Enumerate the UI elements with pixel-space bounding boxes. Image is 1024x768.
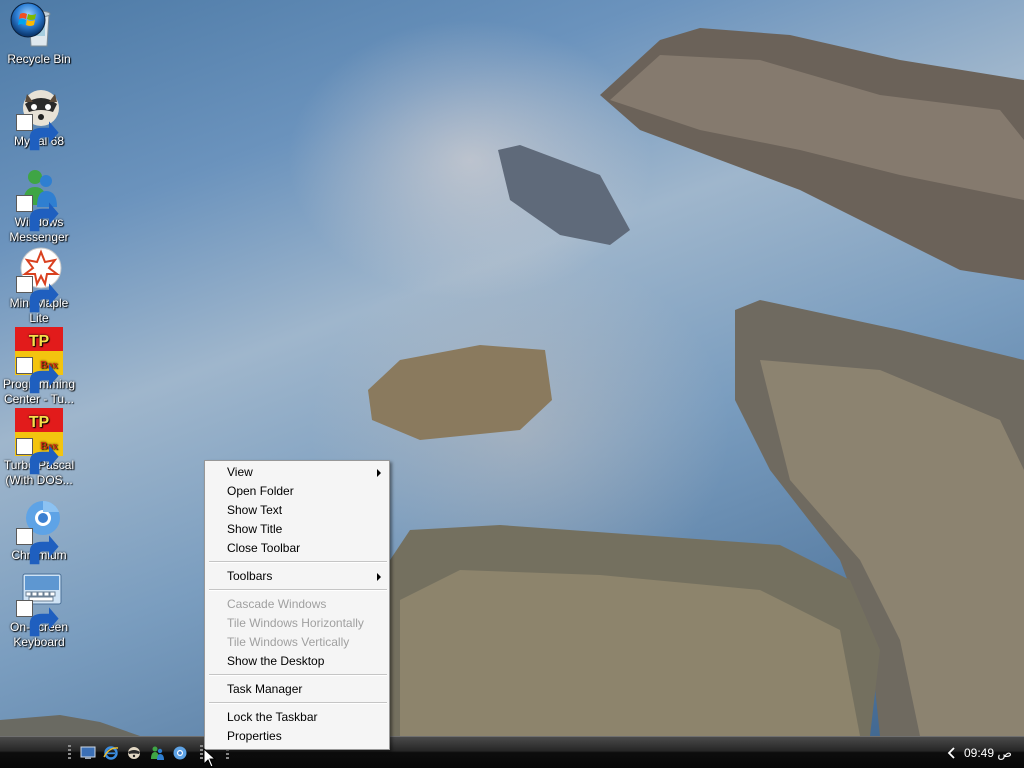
menu-separator xyxy=(209,589,387,591)
show-hidden-icons-chevron-icon[interactable] xyxy=(946,746,958,760)
chromium-icon xyxy=(173,746,187,760)
desktop-icon-windows-messenger[interactable]: Windows Messenger xyxy=(0,165,78,245)
messenger-icon xyxy=(151,746,164,760)
taskbar-clock[interactable]: 09:49 ص xyxy=(964,746,1012,760)
mindmaple-icon xyxy=(15,246,63,313)
menu-item-cascade-windows[interactable]: Cascade Windows xyxy=(207,595,387,614)
menu-item-label: Tile Windows Horizontally xyxy=(227,616,364,630)
turbo-pascal-icon: TPBax xyxy=(15,327,63,394)
tp-icon-text-top: TP xyxy=(29,333,50,350)
chromium-icon xyxy=(15,498,63,565)
menu-item-task-manager[interactable]: Task Manager xyxy=(207,680,387,699)
turbo-pascal-icon: TPBax xyxy=(15,408,63,475)
desktop-icon-label: Recycle Bin xyxy=(7,52,71,66)
desktop-icon-mypal[interactable]: MyPal 68 xyxy=(0,84,78,151)
menu-item-label: Properties xyxy=(227,729,282,743)
menu-item-label: Show Title xyxy=(227,522,283,536)
messenger-icon xyxy=(15,165,63,232)
submenu-arrow-icon xyxy=(377,469,381,477)
menu-item-label: Cascade Windows xyxy=(227,597,327,611)
menu-item-view[interactable]: View xyxy=(207,463,387,482)
mouse-cursor-icon xyxy=(203,748,217,768)
menu-item-label: Tile Windows Vertically xyxy=(227,635,350,649)
raccoon-icon xyxy=(128,747,140,759)
quick-launch-messenger[interactable] xyxy=(149,745,165,761)
internet-explorer-icon xyxy=(103,746,119,760)
desktop-icon-on-screen-keyboard[interactable]: On-Screen Keyboard xyxy=(0,570,78,650)
menu-separator xyxy=(209,702,387,704)
keyboard-icon xyxy=(15,570,63,637)
menu-item-label: Open Folder xyxy=(227,484,294,498)
submenu-arrow-icon xyxy=(377,573,381,581)
raccoon-icon xyxy=(15,84,63,151)
desktop-icon-turbo-pascal[interactable]: TPBax Turbo Pascal (With DOS... xyxy=(0,408,78,488)
menu-item-close-toolbar[interactable]: Close Toolbar xyxy=(207,539,387,558)
menu-item-toolbars[interactable]: Toolbars xyxy=(207,567,387,586)
menu-item-label: Toolbars xyxy=(227,569,273,583)
menu-item-open-folder[interactable]: Open Folder xyxy=(207,482,387,501)
shortcut-arrow-icon xyxy=(16,600,59,637)
shortcut-arrow-icon xyxy=(16,357,59,394)
menu-item-label: Close Toolbar xyxy=(227,541,301,555)
menu-item-show-title[interactable]: Show Title xyxy=(207,520,387,539)
menu-item-tile-vertically[interactable]: Tile Windows Vertically xyxy=(207,633,387,652)
shortcut-arrow-icon xyxy=(16,528,59,565)
taskbar-context-menu: View Open Folder Show Text Show Title Cl… xyxy=(204,460,390,750)
shortcut-arrow-icon xyxy=(16,276,59,313)
desktop-icon-mindmaple[interactable]: MindMaple Lite xyxy=(0,246,78,326)
shortcut-arrow-icon xyxy=(16,195,59,232)
menu-item-tile-horizontally[interactable]: Tile Windows Horizontally xyxy=(207,614,387,633)
shortcut-arrow-icon xyxy=(16,438,59,475)
desktop-icon-chromium[interactable]: Chromium xyxy=(0,498,78,565)
desktop[interactable]: Recycle Bin MyPal 68 Windows Messenger M… xyxy=(0,0,1024,736)
quick-launch-internet-explorer[interactable] xyxy=(103,745,119,761)
menu-item-label: Task Manager xyxy=(227,682,303,696)
toolbar-grip[interactable] xyxy=(68,745,71,761)
menu-item-label: View xyxy=(227,465,253,479)
wallpaper-rocks xyxy=(0,28,1024,736)
start-button[interactable] xyxy=(9,1,47,39)
show-desktop-icon xyxy=(80,746,96,759)
menu-item-label: Lock the Taskbar xyxy=(227,710,318,724)
menu-separator xyxy=(209,674,387,676)
menu-item-show-desktop[interactable]: Show the Desktop xyxy=(207,652,387,671)
shortcut-arrow-icon xyxy=(16,114,59,151)
menu-item-label: Show the Desktop xyxy=(227,654,325,668)
menu-item-properties[interactable]: Properties xyxy=(207,727,387,746)
menu-item-label: Show Text xyxy=(227,503,283,517)
windows-logo-icon xyxy=(10,2,46,38)
taskbar[interactable]: 09:49 ص xyxy=(0,736,1024,768)
tp-icon-text-top: TP xyxy=(29,414,50,431)
menu-separator xyxy=(209,561,387,563)
quick-launch-show-desktop[interactable] xyxy=(80,745,96,761)
desktop-icon-programming-center[interactable]: TPBax Programming Center - Tu... xyxy=(0,327,78,407)
quick-launch-chromium[interactable] xyxy=(172,745,188,761)
quick-launch-mypal[interactable] xyxy=(126,745,142,761)
menu-item-lock-taskbar[interactable]: Lock the Taskbar xyxy=(207,708,387,727)
menu-item-show-text[interactable]: Show Text xyxy=(207,501,387,520)
